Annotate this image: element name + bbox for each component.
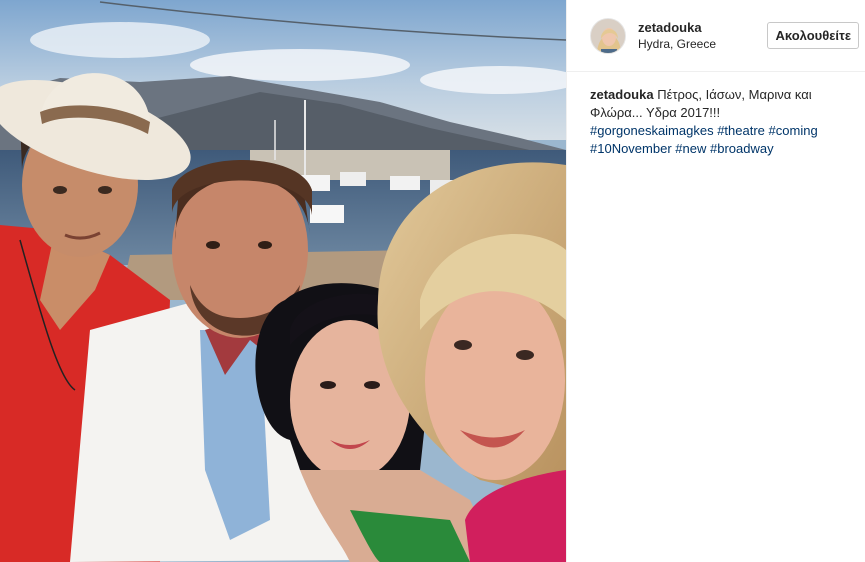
location-link[interactable]: Hydra, Greece [638, 36, 767, 53]
hashtag-link[interactable]: #10November [590, 141, 672, 156]
hashtag-link[interactable]: #coming [769, 123, 818, 138]
hashtag-link[interactable]: #new [675, 141, 706, 156]
author-info: zetadouka Hydra, Greece [638, 19, 767, 53]
post-caption: zetadouka Πέτρος, Ιάσων, Μαρινα και Φλώρ… [567, 72, 865, 158]
post-header: zetadouka Hydra, Greece Ακολουθείτε [567, 0, 865, 72]
hashtag-link[interactable]: #gorgoneskaimagkes [590, 123, 714, 138]
post-sidebar: zetadouka Hydra, Greece Ακολουθείτε zeta… [566, 0, 865, 562]
avatar-image-icon [591, 18, 625, 53]
author-username-link[interactable]: zetadouka [638, 19, 767, 36]
post-photo[interactable] [0, 0, 566, 562]
selfie-photo-illustration [0, 0, 566, 562]
hashtag-link[interactable]: #theatre [717, 123, 765, 138]
instagram-post: zetadouka Hydra, Greece Ακολουθείτε zeta… [0, 0, 865, 562]
hashtag-link[interactable]: #broadway [710, 141, 774, 156]
following-button[interactable]: Ακολουθείτε [767, 22, 859, 49]
profile-avatar[interactable] [590, 17, 626, 54]
caption-username-link[interactable]: zetadouka [590, 87, 657, 102]
